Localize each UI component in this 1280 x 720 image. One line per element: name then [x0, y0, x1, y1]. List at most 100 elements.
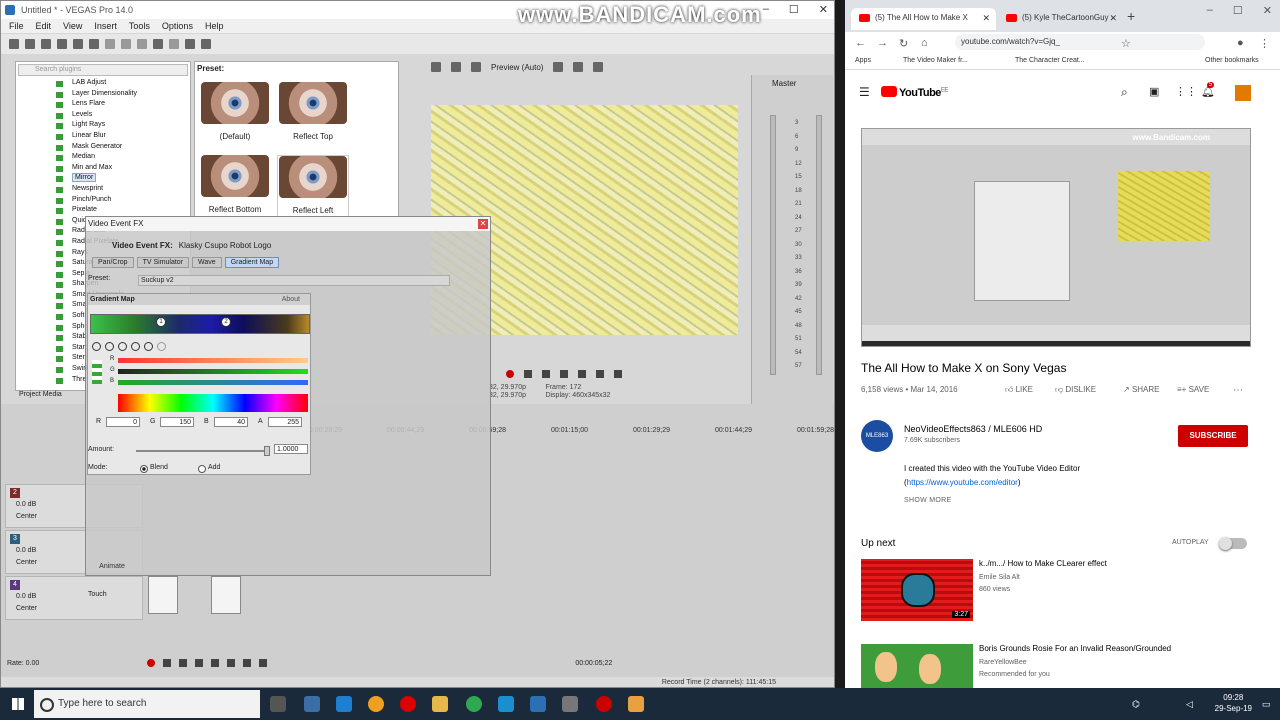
forward-icon[interactable]: → [877, 37, 888, 49]
gear-icon[interactable] [431, 62, 441, 72]
play-button[interactable] [542, 370, 550, 378]
chrome-icon[interactable] [466, 696, 482, 712]
avatar[interactable] [1235, 85, 1251, 101]
gradient-stop-1[interactable]: 1 [156, 317, 166, 327]
save-snapshot-icon[interactable] [593, 62, 604, 72]
app-icon[interactable] [628, 696, 644, 712]
close-tab-icon[interactable]: ✕ [1109, 8, 1117, 28]
next-video-thumbnail[interactable]: 3:27 [861, 559, 973, 621]
taskbar-clock[interactable]: 09:28 29-Sep-19 [1215, 692, 1252, 714]
stop-button[interactable] [578, 370, 586, 378]
apps-grid-icon[interactable]: ⋮⋮ [1175, 85, 1197, 98]
project-media-tab[interactable]: Project Media [19, 391, 62, 398]
fx-preset-dropdown[interactable]: Suckup v2 [138, 275, 450, 286]
minimize-icon[interactable]: – [763, 3, 769, 16]
paste-icon[interactable] [137, 39, 147, 49]
plugin-list-item[interactable]: Light Rays [56, 120, 137, 131]
render-icon[interactable] [73, 39, 83, 49]
menu-insert[interactable]: Insert [94, 21, 117, 31]
preset-reflect-top[interactable]: Reflect Top [277, 82, 349, 146]
copy-icon[interactable] [121, 39, 131, 49]
next-video-title[interactable]: Boris Grounds Rosie For an Invalid Reaso… [979, 644, 1171, 653]
next-video-title[interactable]: k../m.../ How to Make CLearer effect [979, 559, 1107, 568]
preset-default[interactable]: (Default) [199, 82, 271, 146]
subscribe-button[interactable]: SUBSCRIBE [1178, 425, 1248, 447]
bookmark-other[interactable]: Other bookmarks [1205, 57, 1259, 64]
next-video-thumbnail[interactable] [861, 644, 973, 688]
menu-options[interactable]: Options [162, 21, 193, 31]
preset-reflect-bottom[interactable]: Reflect Bottom [199, 155, 271, 219]
app-icon[interactable] [498, 696, 514, 712]
pause-button[interactable] [211, 659, 220, 667]
help-icon[interactable] [201, 39, 211, 49]
network-icon[interactable]: ⌬ [1132, 699, 1140, 710]
play-from-start-button[interactable] [179, 659, 188, 667]
new-tab-icon[interactable]: + [1127, 8, 1135, 24]
loop-button[interactable] [163, 659, 172, 667]
timeline-clip[interactable] [211, 576, 241, 614]
firefox-icon[interactable] [368, 696, 384, 712]
record-button[interactable] [147, 659, 156, 667]
edge-icon[interactable] [336, 696, 352, 712]
plugin-list-item[interactable]: Pixelate [56, 205, 137, 216]
maximize-icon[interactable]: ☐ [1233, 4, 1243, 17]
track-volume[interactable]: 0.0 dB [16, 501, 36, 508]
preview-quality-dropdown[interactable]: Preview (Auto) [491, 63, 543, 72]
youtube-logo[interactable]: YouTubeEE [881, 86, 948, 99]
more-options-icon[interactable]: ⋯ [1233, 385, 1243, 396]
menu-tools[interactable]: Tools [129, 21, 150, 31]
opera-icon[interactable] [400, 696, 416, 712]
address-bar[interactable]: youtube.com/watch?v=Gjq_ [955, 34, 1205, 50]
track-pan[interactable]: Center [16, 513, 37, 520]
copy-snapshot-icon[interactable] [573, 62, 584, 72]
fx-chain-tv-simulator[interactable]: TV Simulator [136, 257, 190, 268]
a-input[interactable]: 255 [268, 417, 302, 427]
windows-start-icon[interactable] [12, 698, 24, 710]
move-left-icon[interactable] [118, 342, 127, 351]
plugin-list-item[interactable]: Newsprint [56, 184, 137, 195]
mode-blend-radio[interactable]: Blend [140, 464, 168, 473]
like-button[interactable]: 👍︎ LIKE [1005, 385, 1033, 395]
color-spectrum[interactable] [118, 394, 308, 412]
app-icon[interactable] [562, 696, 578, 712]
description-link[interactable]: https://www.youtube.com/editor [907, 478, 1018, 487]
plugin-list-item[interactable]: Mirror [56, 173, 137, 184]
plugin-list-item[interactable]: Layer Dimensionality [56, 89, 137, 100]
create-video-icon[interactable]: ▣ [1149, 85, 1159, 98]
share-button[interactable]: ↗ SHARE [1123, 385, 1160, 394]
green-channel-slider[interactable] [118, 369, 308, 374]
maximize-icon[interactable]: ☐ [789, 3, 799, 16]
save-button[interactable]: ≡+ SAVE [1177, 385, 1209, 394]
track-volume[interactable]: 0.0 dB [16, 593, 36, 600]
gradient-bar[interactable] [90, 314, 310, 334]
star-icon[interactable]: ☆ [1121, 37, 1131, 50]
play-button[interactable] [195, 659, 204, 667]
plugin-list-item[interactable]: Min and Max [56, 163, 137, 174]
red-channel-slider[interactable] [118, 358, 308, 363]
menu-help[interactable]: Help [205, 21, 224, 31]
move-right-icon[interactable] [131, 342, 140, 351]
tab-youtube-channel[interactable]: (5) Kyle TheCartoonGuy ✕ [998, 8, 1123, 30]
open-icon[interactable] [25, 39, 35, 49]
go-to-end-button[interactable] [259, 659, 268, 667]
save-icon[interactable] [41, 39, 51, 49]
add-stop-icon[interactable] [92, 342, 101, 351]
preset-reflect-left[interactable]: Reflect Left [277, 155, 349, 219]
volume-icon[interactable]: ◁ [1186, 699, 1193, 710]
autoplay-toggle[interactable] [1219, 537, 1247, 550]
stop-button[interactable] [227, 659, 236, 667]
chrome-menu-icon[interactable]: ⋮ [1259, 37, 1270, 50]
bookmark-apps[interactable]: Apps [855, 57, 871, 64]
external-monitor-icon[interactable] [451, 62, 461, 72]
dislike-button[interactable]: 👎︎ DISLIKE [1055, 385, 1096, 395]
search-icon[interactable]: ⌕ [1121, 85, 1128, 100]
fx-chain-wave[interactable]: Wave [192, 257, 222, 268]
b-input[interactable]: 40 [214, 417, 248, 427]
fx-chain-pan-crop[interactable]: Pan/Crop [92, 257, 134, 268]
show-more-button[interactable]: SHOW MORE [904, 497, 951, 504]
blue-channel-slider[interactable] [118, 380, 308, 385]
about-link[interactable]: About [282, 294, 300, 305]
track-pan[interactable]: Center [16, 559, 37, 566]
mode-add-radio[interactable]: Add [198, 464, 220, 473]
track-pan[interactable]: Center [16, 605, 37, 612]
